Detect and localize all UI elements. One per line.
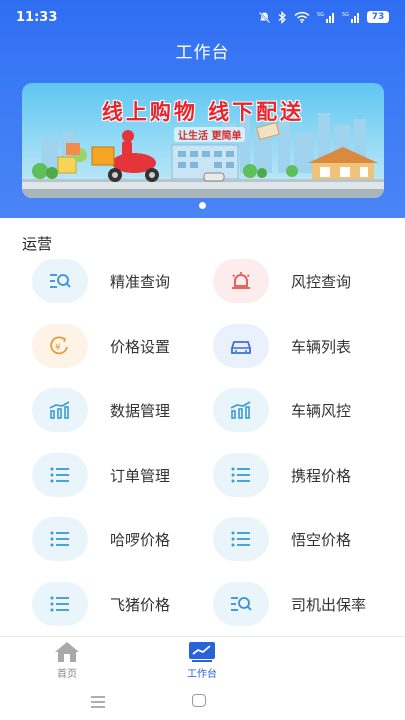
svg-text:5G: 5G xyxy=(342,12,349,18)
grid-item-label: 订单管理 xyxy=(110,466,171,485)
grid-item-label: 车辆列表 xyxy=(291,337,352,356)
search-list-icon xyxy=(32,259,88,303)
banner-headline: 线上购物 线下配送 xyxy=(101,100,305,124)
tab-home[interactable]: 首页 xyxy=(27,641,107,680)
svg-text:¥: ¥ xyxy=(55,343,61,353)
promo-banner[interactable]: 线上购物 线下配送 让生活 更简单 xyxy=(22,83,384,198)
grid-item-label: 司机出保率 xyxy=(291,595,367,614)
menu-icon[interactable] xyxy=(91,696,105,708)
tab-workbench-label: 工作台 xyxy=(187,669,217,680)
grid-item-label: 风控查询 xyxy=(291,272,352,291)
grid-item-label: 悟空价格 xyxy=(291,530,352,549)
section-title: 运营 xyxy=(22,235,53,253)
banner-subline: 让生活 更简单 xyxy=(174,127,246,142)
status-bar: 11:33 5G 5G 73 xyxy=(0,0,405,34)
signal-5g-icon: 5G xyxy=(317,12,334,23)
list-icon xyxy=(32,582,88,626)
tab-workbench[interactable]: 工作台 xyxy=(162,641,242,680)
operations-section: 运营 精准查询 风控查询 ¥ 价格设置 车辆列表数据管理 车辆风控订单管理 携程价格哈啰价格… xyxy=(0,218,405,636)
grid-item-label: 价格设置 xyxy=(110,337,171,356)
grid-item[interactable]: 订单管理 xyxy=(32,450,170,500)
bluetooth-icon xyxy=(278,10,286,24)
battery-indicator: 73 xyxy=(367,11,389,23)
yen-price-icon: ¥ xyxy=(32,324,88,368)
grid-item[interactable]: 哈啰价格 xyxy=(32,514,170,564)
grid-item[interactable]: 飞猪价格 xyxy=(32,579,170,629)
grid-item-label: 精准查询 xyxy=(110,272,171,291)
bottom-tab-bar: 首页 工作台 xyxy=(0,636,405,684)
grid-item-label: 携程价格 xyxy=(291,466,352,485)
grid-item-label: 车辆风控 xyxy=(291,401,352,420)
grid-item-label: 哈啰价格 xyxy=(110,530,171,549)
workbench-chart-icon xyxy=(189,642,215,662)
grid-item-label: 数据管理 xyxy=(110,401,171,420)
grid-item-label: 飞猪价格 xyxy=(110,595,171,614)
banner-page-indicator xyxy=(199,202,206,209)
page-title: 工作台 xyxy=(175,43,230,63)
grid-item[interactable]: 车辆风控 xyxy=(213,385,351,435)
grid-item[interactable]: 数据管理 xyxy=(32,385,170,435)
grid-item[interactable]: 车辆列表 xyxy=(213,321,351,371)
status-time: 11:33 xyxy=(16,9,58,25)
car-icon xyxy=(213,324,269,368)
list-icon xyxy=(32,453,88,497)
list-icon xyxy=(213,517,269,561)
list-icon xyxy=(32,517,88,561)
list-icon xyxy=(213,453,269,497)
grid-item[interactable]: 携程价格 xyxy=(213,450,351,500)
signal-5g-icon-2: 5G xyxy=(342,12,359,23)
header: 11:33 5G 5G 73 工作台 线上购物 线下配送 让生活 更简单 xyxy=(0,0,405,218)
bar-trend-icon xyxy=(32,388,88,432)
grid-item[interactable]: ¥ 价格设置 xyxy=(32,321,170,371)
system-nav-bar xyxy=(0,684,405,720)
alarm-light-icon xyxy=(213,259,269,303)
wifi-icon xyxy=(294,11,310,23)
search-list-icon xyxy=(213,582,269,626)
mute-bell-icon xyxy=(258,11,271,23)
grid-item[interactable]: 悟空价格 xyxy=(213,514,351,564)
grid-item[interactable]: 司机出保率 xyxy=(213,579,366,629)
svg-text:5G: 5G xyxy=(317,12,324,18)
home-icon xyxy=(55,642,79,662)
tab-home-label: 首页 xyxy=(57,669,77,680)
grid-item[interactable]: 风控查询 xyxy=(213,256,351,306)
grid-item[interactable]: 精准查询 xyxy=(32,256,170,306)
bar-trend-icon xyxy=(213,388,269,432)
status-icons: 5G 5G 73 xyxy=(258,10,389,24)
home-button-icon[interactable] xyxy=(192,694,206,707)
